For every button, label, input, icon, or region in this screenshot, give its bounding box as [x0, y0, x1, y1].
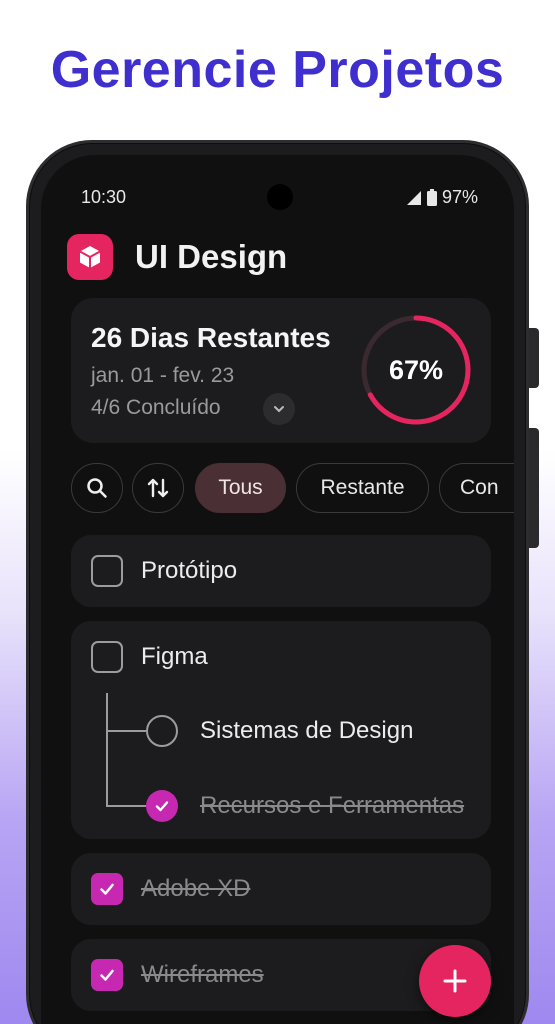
status-icons: 97% [406, 187, 478, 208]
cube-icon[interactable] [67, 234, 113, 280]
filter-chip-label: Con [460, 476, 499, 499]
filter-chip-all[interactable]: Tous [195, 463, 286, 513]
task-row: Wireframes [91, 959, 264, 991]
signal-icon [406, 190, 421, 205]
headline: Gerencie Projetos [50, 41, 505, 99]
expand-button[interactable] [263, 393, 295, 425]
task-checkbox-checked[interactable] [91, 873, 123, 905]
search-icon [87, 478, 107, 498]
battery-icon [426, 189, 437, 206]
add-task-button[interactable] [419, 945, 491, 1017]
phone-frame: 10:30 97% UI Design 26 Dias Restantes ja… [26, 140, 539, 1024]
filter-chip-remaining[interactable]: Restante [296, 463, 429, 513]
task-checkbox[interactable] [91, 555, 123, 587]
app-title: UI Design [135, 238, 288, 275]
days-remaining: 26 Dias Restantes [91, 322, 331, 353]
filter-bar: Tous Restante Con [71, 463, 514, 515]
task-label: Adobe XD [141, 875, 251, 902]
status-time: 10:30 [81, 187, 127, 207]
checkmark-icon [100, 883, 114, 895]
task-label: Protótipo [141, 557, 238, 584]
tree-branch [106, 805, 146, 807]
front-camera [267, 184, 293, 210]
task-checkbox-checked[interactable] [91, 959, 123, 991]
task-card[interactable]: Figma Sistemas de Design Recursos e Ferr… [71, 621, 491, 839]
completed-count: 4/6 Concluído [91, 396, 221, 419]
date-range: jan. 01 - fev. 23 [91, 364, 235, 387]
chevron-down-icon [274, 406, 284, 413]
subtask-checkbox[interactable] [146, 715, 178, 747]
tree-line [106, 693, 108, 807]
subtask-row: Sistemas de Design [146, 715, 413, 747]
battery-percentage: 97% [441, 187, 478, 207]
project-summary-card: 26 Dias Restantes jan. 01 - fev. 23 4/6 … [71, 298, 491, 443]
task-card[interactable]: Protótipo [71, 535, 491, 607]
task-row: Protótipo [91, 555, 237, 587]
subtask-label: Recursos e Ferramentas [200, 792, 465, 819]
subtask-checkbox-checked[interactable] [146, 790, 178, 822]
task-row: Adobe XD [91, 873, 250, 905]
phone-screen: 10:30 97% UI Design 26 Dias Restantes ja… [41, 155, 514, 1024]
task-row: Figma [91, 641, 208, 673]
checkmark-icon [155, 801, 169, 812]
tree-branch [106, 730, 146, 732]
volume-button [529, 328, 539, 388]
subtask-row: Recursos e Ferramentas [146, 790, 464, 822]
subtask-label: Sistemas de Design [200, 717, 414, 744]
task-card[interactable]: Adobe XD [71, 853, 491, 925]
task-label: Figma [141, 643, 208, 670]
app-header: UI Design [67, 233, 488, 281]
progress-percentage: 67% [388, 354, 444, 385]
sort-button[interactable] [132, 463, 184, 513]
search-button[interactable] [71, 463, 123, 513]
checkmark-icon [100, 969, 114, 981]
task-label: Wireframes [141, 961, 264, 988]
task-checkbox[interactable] [91, 641, 123, 673]
power-button [529, 428, 539, 548]
filter-chip-completed[interactable]: Con [439, 463, 514, 513]
plus-icon [443, 969, 467, 993]
sort-arrows-icon [147, 478, 169, 498]
